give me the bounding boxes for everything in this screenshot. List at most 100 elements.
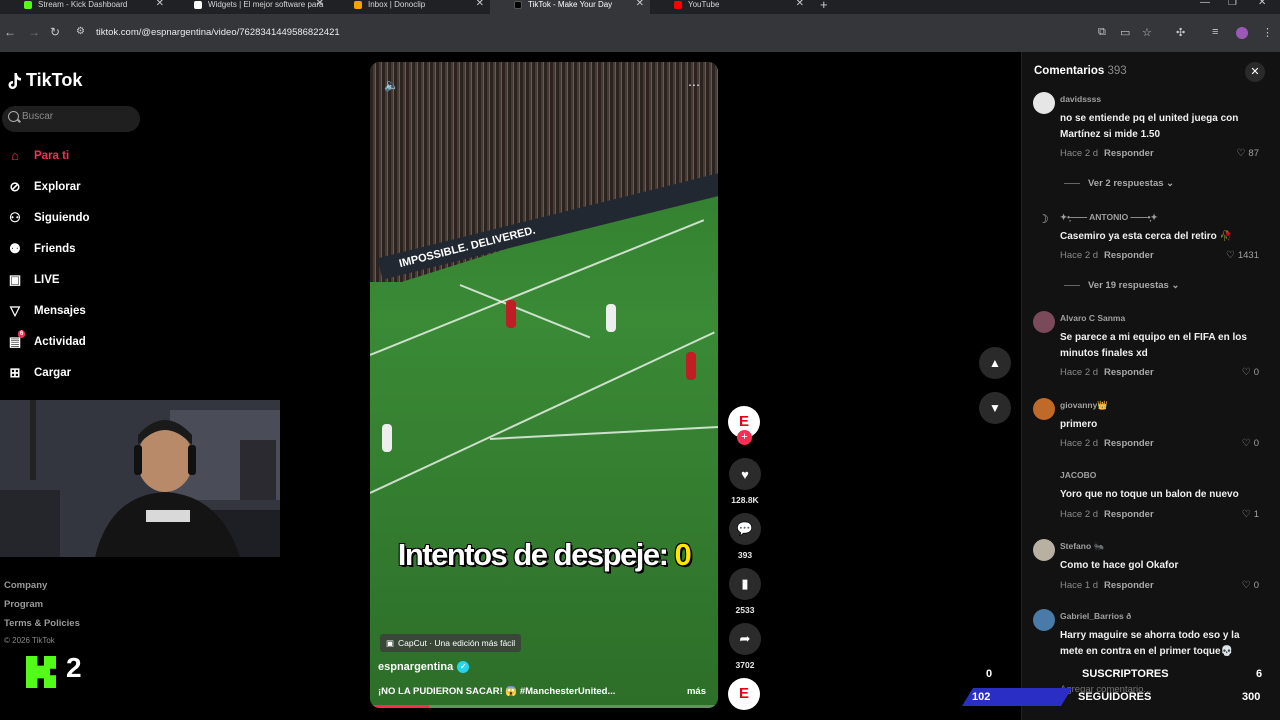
bookmark-star-icon[interactable]: ☆ bbox=[1142, 26, 1152, 39]
view-replies-button[interactable]: Ver 2 respuestas ⌄ bbox=[1064, 178, 1174, 189]
comment-username[interactable]: giovanny👑 bbox=[1060, 400, 1108, 411]
close-tab-icon[interactable]: ✕ bbox=[796, 0, 804, 9]
avatar[interactable] bbox=[1033, 92, 1055, 114]
avatar[interactable] bbox=[1033, 609, 1055, 631]
sidebar-item-friends[interactable]: ⚉ Friends bbox=[8, 241, 76, 256]
close-tab-icon[interactable]: ✕ bbox=[476, 0, 484, 9]
tab-widgets[interactable]: Widgets | El mejor software para ✕ bbox=[170, 0, 330, 14]
save-button[interactable]: ▮ 2533 bbox=[728, 568, 762, 615]
comment-button[interactable]: 💬 393 bbox=[728, 513, 762, 560]
site-info-icon[interactable]: ⚙ bbox=[76, 26, 85, 37]
sidebar-item-live[interactable]: ▣ LIVE bbox=[8, 273, 60, 287]
comment-like-button[interactable]: 87 bbox=[1236, 148, 1259, 159]
search-input[interactable] bbox=[22, 111, 132, 122]
comment-username[interactable]: Alvaro C Sanma bbox=[1060, 313, 1125, 323]
tab-youtube[interactable]: YouTube ✕ bbox=[650, 0, 810, 14]
profile-avatar-icon[interactable] bbox=[1236, 27, 1248, 39]
tab-title: Stream - Kick Dashboard bbox=[38, 0, 128, 9]
close-window-icon[interactable]: ✕ bbox=[1258, 0, 1266, 8]
cast-icon[interactable]: ▭ bbox=[1120, 26, 1130, 39]
reply-button[interactable]: Responder bbox=[1104, 580, 1154, 591]
previous-video-button[interactable]: ▲ bbox=[979, 347, 1011, 379]
translate-icon[interactable]: ⧉ bbox=[1098, 26, 1106, 39]
reply-button[interactable]: Responder bbox=[1104, 367, 1154, 378]
volume-icon[interactable]: 🔈 bbox=[384, 78, 399, 92]
close-tab-icon[interactable]: ✕ bbox=[156, 0, 164, 9]
video-author[interactable]: espnargentina ✓ bbox=[378, 661, 470, 673]
new-tab-icon[interactable]: + bbox=[820, 0, 828, 12]
close-comments-button[interactable]: ✕ bbox=[1245, 62, 1265, 82]
avatar[interactable] bbox=[1033, 539, 1055, 561]
follow-plus-icon[interactable]: + bbox=[737, 430, 752, 445]
sidebar-item-explorar[interactable]: ⊘ Explorar bbox=[8, 180, 81, 194]
reload-icon[interactable]: ↻ bbox=[50, 25, 60, 39]
friends-icon: ⚉ bbox=[9, 241, 21, 256]
comment-username[interactable]: JACOBO bbox=[1060, 470, 1096, 480]
chevron-down-icon: ⌄ bbox=[1171, 280, 1180, 291]
comment-username[interactable]: davidssss bbox=[1060, 94, 1101, 104]
description-more-link[interactable]: más bbox=[687, 686, 706, 697]
avatar[interactable] bbox=[1033, 468, 1055, 490]
tiktok-logo[interactable]: TikTok bbox=[8, 70, 82, 91]
avatar[interactable] bbox=[1033, 398, 1055, 420]
like-button[interactable]: ♥ 128.8K bbox=[728, 458, 762, 505]
search-icon bbox=[8, 111, 19, 122]
sidebar-item-label: Friends bbox=[34, 243, 76, 255]
tiktok-favicon-icon bbox=[514, 1, 522, 9]
comment-username[interactable]: Gabriel_Barrios ð bbox=[1060, 611, 1131, 621]
comment-like-button[interactable]: 0 bbox=[1242, 367, 1259, 378]
extensions-icon[interactable]: ✣ bbox=[1176, 26, 1185, 39]
video-player[interactable]: IMPOSSIBLE. DELIVERED. 🔈 ⋯ Intentos de d… bbox=[370, 62, 718, 708]
close-tab-icon[interactable]: ✕ bbox=[636, 0, 644, 9]
brand-name: TikTok bbox=[26, 70, 83, 90]
capcut-tag[interactable]: ▣ CapCut · Una edición más fácil bbox=[380, 634, 522, 652]
comment-like-button[interactable]: 1431 bbox=[1226, 250, 1259, 261]
sidebar-item-mensajes[interactable]: ▽ Mensajes bbox=[8, 304, 86, 318]
widgets-favicon-icon bbox=[194, 1, 202, 9]
view-replies-button[interactable]: Ver 19 respuestas ⌄ bbox=[1064, 280, 1179, 291]
sidebar-item-siguiendo[interactable]: ⚇ Siguiendo bbox=[8, 211, 89, 225]
menu-dots-icon[interactable]: ⋮ bbox=[1262, 26, 1273, 39]
close-tab-icon[interactable]: ✕ bbox=[316, 0, 324, 9]
footer-link-company[interactable]: Company bbox=[4, 580, 47, 591]
maximize-icon[interactable]: ❐ bbox=[1228, 0, 1237, 8]
media-icon[interactable]: ≡ bbox=[1212, 26, 1218, 38]
bookmark-icon: ▮ bbox=[729, 568, 761, 600]
comment-time: Hace 2 d bbox=[1060, 438, 1099, 449]
tab-kick-dashboard[interactable]: Stream - Kick Dashboard ✕ bbox=[0, 0, 170, 14]
footer-link-terms[interactable]: Terms & Policies bbox=[4, 618, 80, 629]
reply-button[interactable]: Responder bbox=[1104, 148, 1154, 159]
search-box[interactable] bbox=[2, 106, 140, 132]
comment-username[interactable]: ✦•̩̩͙—— ANTONIO ——•̩̩͙✦ bbox=[1060, 212, 1158, 223]
video-more-icon[interactable]: ⋯ bbox=[688, 78, 700, 92]
comment-count: 393 bbox=[737, 550, 753, 560]
next-video-button[interactable]: ▼ bbox=[979, 392, 1011, 424]
sound-avatar-button[interactable]: E bbox=[728, 678, 762, 710]
sidebar-item-para-ti[interactable]: ⌂ Para ti bbox=[8, 149, 69, 163]
sidebar-item-actividad[interactable]: ▤ 6 Actividad bbox=[8, 330, 86, 349]
footer-link-program[interactable]: Program bbox=[4, 599, 43, 610]
comment-like-button[interactable]: 0 bbox=[1242, 580, 1259, 591]
subscribers-value: 6 bbox=[1256, 668, 1263, 680]
avatar[interactable] bbox=[1033, 311, 1055, 333]
share-button[interactable]: ➦ 3702 bbox=[728, 623, 762, 670]
reply-button[interactable]: Responder bbox=[1104, 250, 1154, 261]
url-text[interactable]: tiktok.com/@espnargentina/video/76283414… bbox=[96, 27, 340, 38]
sidebar-item-cargar[interactable]: ⊞ Cargar bbox=[8, 366, 72, 380]
comment-like-button[interactable]: 1 bbox=[1242, 509, 1259, 520]
address-bar-row: ← → ↻ ⚙ tiktok.com/@espnargentina/video/… bbox=[0, 14, 1280, 52]
reply-button[interactable]: Responder bbox=[1104, 438, 1154, 449]
forward-icon[interactable]: → bbox=[28, 25, 40, 39]
tab-tiktok[interactable]: TikTok - Make Your Day ✕ bbox=[490, 0, 650, 14]
reply-button[interactable]: Responder bbox=[1104, 509, 1154, 520]
comment-like-button[interactable]: 0 bbox=[1242, 438, 1259, 449]
back-icon[interactable]: ← bbox=[4, 25, 16, 39]
video-progress-bar[interactable] bbox=[370, 705, 718, 708]
avatar[interactable]: ☽ bbox=[1033, 210, 1055, 232]
minimize-icon[interactable]: — bbox=[1200, 0, 1210, 8]
comment-username[interactable]: Stefano 🐜 bbox=[1060, 541, 1104, 552]
home-icon: ⌂ bbox=[11, 148, 19, 163]
tab-donoclip[interactable]: Inbox | Donoclip ✕ bbox=[330, 0, 490, 14]
like-count: 128.8K bbox=[731, 495, 759, 505]
author-avatar-button[interactable]: E + bbox=[728, 406, 762, 445]
